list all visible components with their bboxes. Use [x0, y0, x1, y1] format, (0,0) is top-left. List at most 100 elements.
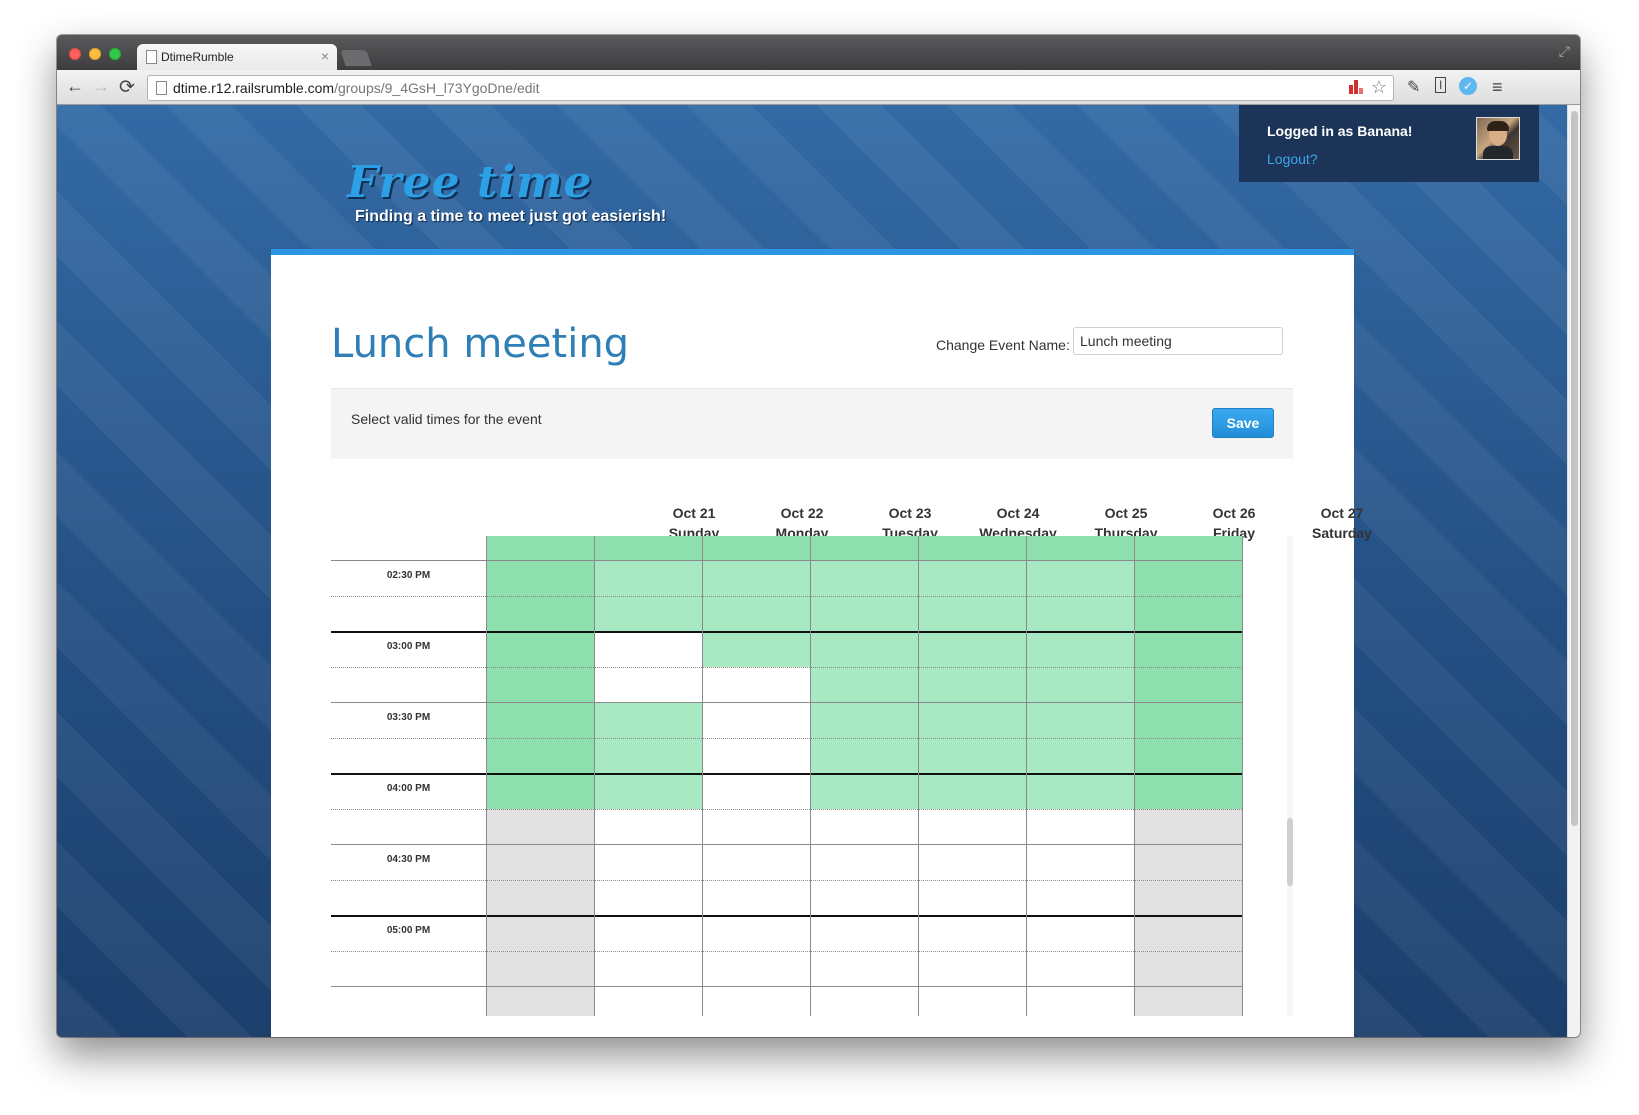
- time-slot[interactable]: [918, 666, 1026, 703]
- grid-scrollbar-thumb[interactable]: [1287, 818, 1293, 886]
- time-slot[interactable]: [594, 879, 702, 916]
- time-slot[interactable]: [702, 702, 810, 738]
- time-slot[interactable]: [702, 737, 810, 774]
- time-slot[interactable]: [1134, 560, 1242, 596]
- time-slot[interactable]: [1026, 879, 1134, 916]
- time-slot[interactable]: [918, 560, 1026, 596]
- time-slot[interactable]: [1026, 844, 1134, 880]
- time-slot[interactable]: [594, 702, 702, 738]
- time-slot[interactable]: [810, 702, 918, 738]
- extension-icon[interactable]: ✓: [1459, 77, 1477, 95]
- time-slot[interactable]: [1134, 879, 1242, 916]
- address-bar[interactable]: dtime.r12.railsrumble.com/groups/9_4GsH_…: [147, 75, 1394, 101]
- time-slot[interactable]: [594, 631, 702, 667]
- time-slot[interactable]: [1026, 631, 1134, 667]
- browser-tab[interactable]: DtimeRumble ×: [137, 44, 337, 70]
- time-slot[interactable]: [486, 773, 594, 809]
- time-slot[interactable]: [918, 737, 1026, 774]
- time-slot[interactable]: [1026, 560, 1134, 596]
- time-slot[interactable]: [486, 560, 594, 596]
- time-slot[interactable]: [1026, 595, 1134, 632]
- time-slot[interactable]: [486, 986, 594, 1016]
- time-slot[interactable]: [810, 666, 918, 703]
- time-slot[interactable]: [702, 950, 810, 987]
- time-slot[interactable]: [1026, 986, 1134, 1016]
- bar-chart-icon[interactable]: [1349, 80, 1363, 94]
- event-name-input[interactable]: [1073, 327, 1283, 355]
- time-slot[interactable]: [486, 915, 594, 951]
- time-slot[interactable]: [1134, 844, 1242, 880]
- time-slot[interactable]: [918, 950, 1026, 987]
- time-slot[interactable]: [594, 773, 702, 809]
- time-slot[interactable]: [702, 808, 810, 845]
- time-slot[interactable]: [1134, 666, 1242, 703]
- time-slot[interactable]: [486, 702, 594, 738]
- time-slot[interactable]: [702, 986, 810, 1016]
- new-tab-button[interactable]: [340, 50, 372, 66]
- time-slot[interactable]: [1026, 666, 1134, 703]
- time-slot[interactable]: [1134, 773, 1242, 809]
- time-slot[interactable]: [594, 560, 702, 596]
- time-slot[interactable]: [594, 595, 702, 632]
- time-slot[interactable]: [594, 844, 702, 880]
- time-slot[interactable]: [702, 560, 810, 596]
- time-slot[interactable]: [1026, 737, 1134, 774]
- time-slot[interactable]: [810, 986, 918, 1016]
- time-slot[interactable]: [1134, 595, 1242, 632]
- time-slot[interactable]: [810, 808, 918, 845]
- time-slot[interactable]: [918, 915, 1026, 951]
- time-slot[interactable]: [810, 879, 918, 916]
- time-slot[interactable]: [810, 631, 918, 667]
- back-arrow-icon[interactable]: ←: [66, 76, 84, 97]
- reload-icon[interactable]: ⟳: [119, 76, 135, 99]
- menu-icon[interactable]: ≡: [1492, 77, 1503, 98]
- time-slot[interactable]: [810, 773, 918, 809]
- time-slot[interactable]: [810, 844, 918, 880]
- time-slot[interactable]: [1026, 808, 1134, 845]
- time-slot[interactable]: [1134, 808, 1242, 845]
- time-slot[interactable]: [702, 666, 810, 703]
- forward-arrow-icon[interactable]: →: [92, 76, 110, 97]
- time-slot[interactable]: [594, 737, 702, 774]
- time-slot[interactable]: [594, 986, 702, 1016]
- time-slot[interactable]: [702, 631, 810, 667]
- time-slot[interactable]: [918, 773, 1026, 809]
- time-slot[interactable]: [1026, 915, 1134, 951]
- time-slot[interactable]: [702, 844, 810, 880]
- grid-scrollbar[interactable]: [1287, 536, 1293, 1016]
- time-slot[interactable]: [486, 737, 594, 774]
- time-slot[interactable]: [486, 844, 594, 880]
- time-slot[interactable]: [594, 808, 702, 845]
- time-slot[interactable]: [486, 879, 594, 916]
- time-slot[interactable]: [486, 808, 594, 845]
- time-slot[interactable]: [1134, 950, 1242, 987]
- time-slot[interactable]: [1134, 737, 1242, 774]
- reader-icon[interactable]: I: [1435, 77, 1447, 93]
- time-slot[interactable]: [486, 631, 594, 667]
- page-scrollbar-thumb[interactable]: [1571, 111, 1578, 826]
- time-slot[interactable]: [702, 595, 810, 632]
- time-slot[interactable]: [1026, 702, 1134, 738]
- time-slot[interactable]: [486, 536, 1242, 560]
- time-slot[interactable]: [486, 666, 594, 703]
- page-scrollbar[interactable]: [1567, 105, 1580, 1037]
- url-text[interactable]: dtime.r12.railsrumble.com/groups/9_4GsH_…: [173, 80, 540, 96]
- time-slot[interactable]: [810, 915, 918, 951]
- wrench-icon[interactable]: ✎: [1407, 77, 1420, 97]
- time-slot[interactable]: [1134, 915, 1242, 951]
- time-slot[interactable]: [594, 666, 702, 703]
- close-window-button[interactable]: [69, 48, 81, 60]
- zoom-window-button[interactable]: [109, 48, 121, 60]
- logout-link[interactable]: Logout?: [1267, 151, 1318, 167]
- tab-close-icon[interactable]: ×: [321, 48, 329, 64]
- logo[interactable]: Free time: [347, 157, 593, 208]
- time-slot[interactable]: [810, 560, 918, 596]
- time-slot[interactable]: [1134, 986, 1242, 1016]
- time-slot[interactable]: [918, 631, 1026, 667]
- time-slot[interactable]: [702, 879, 810, 916]
- time-slot[interactable]: [1134, 631, 1242, 667]
- time-slot[interactable]: [486, 950, 594, 987]
- time-slot[interactable]: [918, 844, 1026, 880]
- time-slot[interactable]: [1026, 950, 1134, 987]
- time-slot[interactable]: [918, 986, 1026, 1016]
